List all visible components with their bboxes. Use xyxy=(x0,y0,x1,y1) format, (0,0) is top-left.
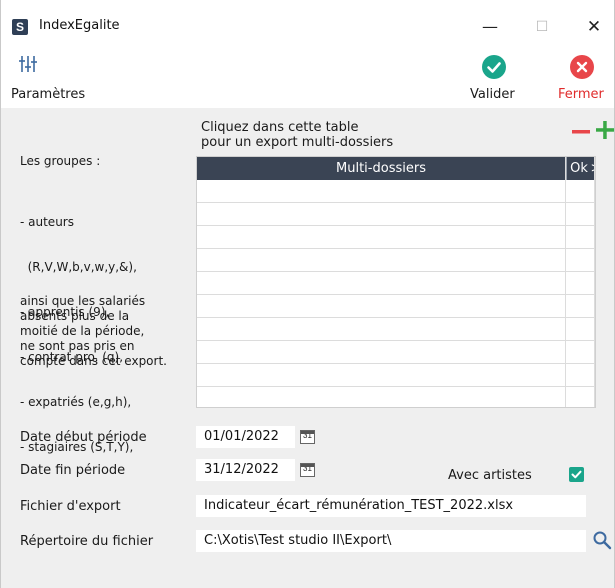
close-label: Fermer xyxy=(558,87,604,102)
groups-title: Les groupes : xyxy=(20,154,101,168)
table-row[interactable] xyxy=(197,203,595,226)
calendar-icon[interactable]: 31 xyxy=(300,463,315,477)
export-file-field[interactable]: Indicateur_écart_rémunération_TEST_2022.… xyxy=(196,495,586,517)
note-line: absents plus de la xyxy=(20,309,130,323)
note-line: ainsi que les salariés xyxy=(20,294,146,308)
table-row[interactable] xyxy=(197,318,595,341)
minus-icon[interactable] xyxy=(571,128,591,136)
table-row[interactable] xyxy=(197,295,595,318)
app-window: S IndexEgalite — ☐ ✕ Paramètres Valider xyxy=(0,0,615,588)
validate-label: Valider xyxy=(470,87,515,102)
directory-label: Répertoire du fichier xyxy=(20,534,154,549)
toolbar: Paramètres Valider Fermer xyxy=(1,44,614,108)
column-ok[interactable]: Ok xyxy=(566,157,591,180)
table-row[interactable] xyxy=(197,226,595,249)
group-item: - expatriés (e,g,h), xyxy=(20,395,132,409)
note-line: moitié de la période, xyxy=(20,324,145,338)
start-date-field[interactable]: 01/01/2022 xyxy=(196,426,295,448)
table-row[interactable] xyxy=(197,272,595,295)
start-date-label: Date début période xyxy=(20,430,147,445)
group-item: - auteurs xyxy=(20,215,74,229)
note-line: compte dans cet export. xyxy=(20,354,167,368)
table-row[interactable] xyxy=(197,364,595,387)
title-bar: S IndexEgalite — ☐ ✕ xyxy=(1,0,614,44)
table-row[interactable] xyxy=(197,180,595,203)
app-logo-icon: S xyxy=(12,19,28,35)
scroll-right-button[interactable]: > xyxy=(590,157,595,180)
exclusion-note: ainsi que les salariés absents plus de l… xyxy=(20,294,167,369)
search-icon[interactable] xyxy=(592,530,612,550)
hint-line-1: Cliquez dans cette table xyxy=(201,120,359,135)
window-title: IndexEgalite xyxy=(39,18,120,33)
table-row[interactable] xyxy=(197,341,595,364)
table-row[interactable] xyxy=(197,387,595,407)
close-window-button[interactable]: ✕ xyxy=(571,12,614,42)
table-header: Multi-dossiers Ok > xyxy=(197,157,595,180)
table-hint: Cliquez dans cette table pour un export … xyxy=(201,120,393,150)
artists-label: Avec artistes xyxy=(448,468,532,483)
close-circle-icon xyxy=(570,55,594,79)
sliders-icon xyxy=(19,56,37,72)
artists-checkbox[interactable] xyxy=(569,467,584,482)
end-date-label: Date fin période xyxy=(20,463,126,478)
checkmark-icon xyxy=(482,55,506,79)
end-date-field[interactable]: 31/12/2022 xyxy=(196,459,295,481)
directory-field[interactable]: C:\Xotis\Test studio II\Export\ xyxy=(196,530,586,552)
column-multi-dossiers[interactable]: Multi-dossiers xyxy=(197,157,565,180)
hint-line-2: pour un export multi-dossiers xyxy=(201,135,394,150)
note-line: ne sont pas pris en xyxy=(20,339,135,353)
export-file-label: Fichier d'export xyxy=(20,499,121,514)
table-row[interactable] xyxy=(197,249,595,272)
group-item: (R,V,W,b,v,w,y,&), xyxy=(20,260,137,274)
plus-icon[interactable] xyxy=(595,120,615,140)
maximize-button[interactable]: ☐ xyxy=(519,12,565,42)
calendar-icon[interactable]: 31 xyxy=(300,430,315,444)
main-panel: Cliquez dans cette table pour un export … xyxy=(1,108,614,588)
multi-dossiers-table[interactable]: Multi-dossiers Ok > xyxy=(196,156,596,408)
minimize-button[interactable]: — xyxy=(467,12,513,42)
settings-label: Paramètres xyxy=(11,87,86,102)
